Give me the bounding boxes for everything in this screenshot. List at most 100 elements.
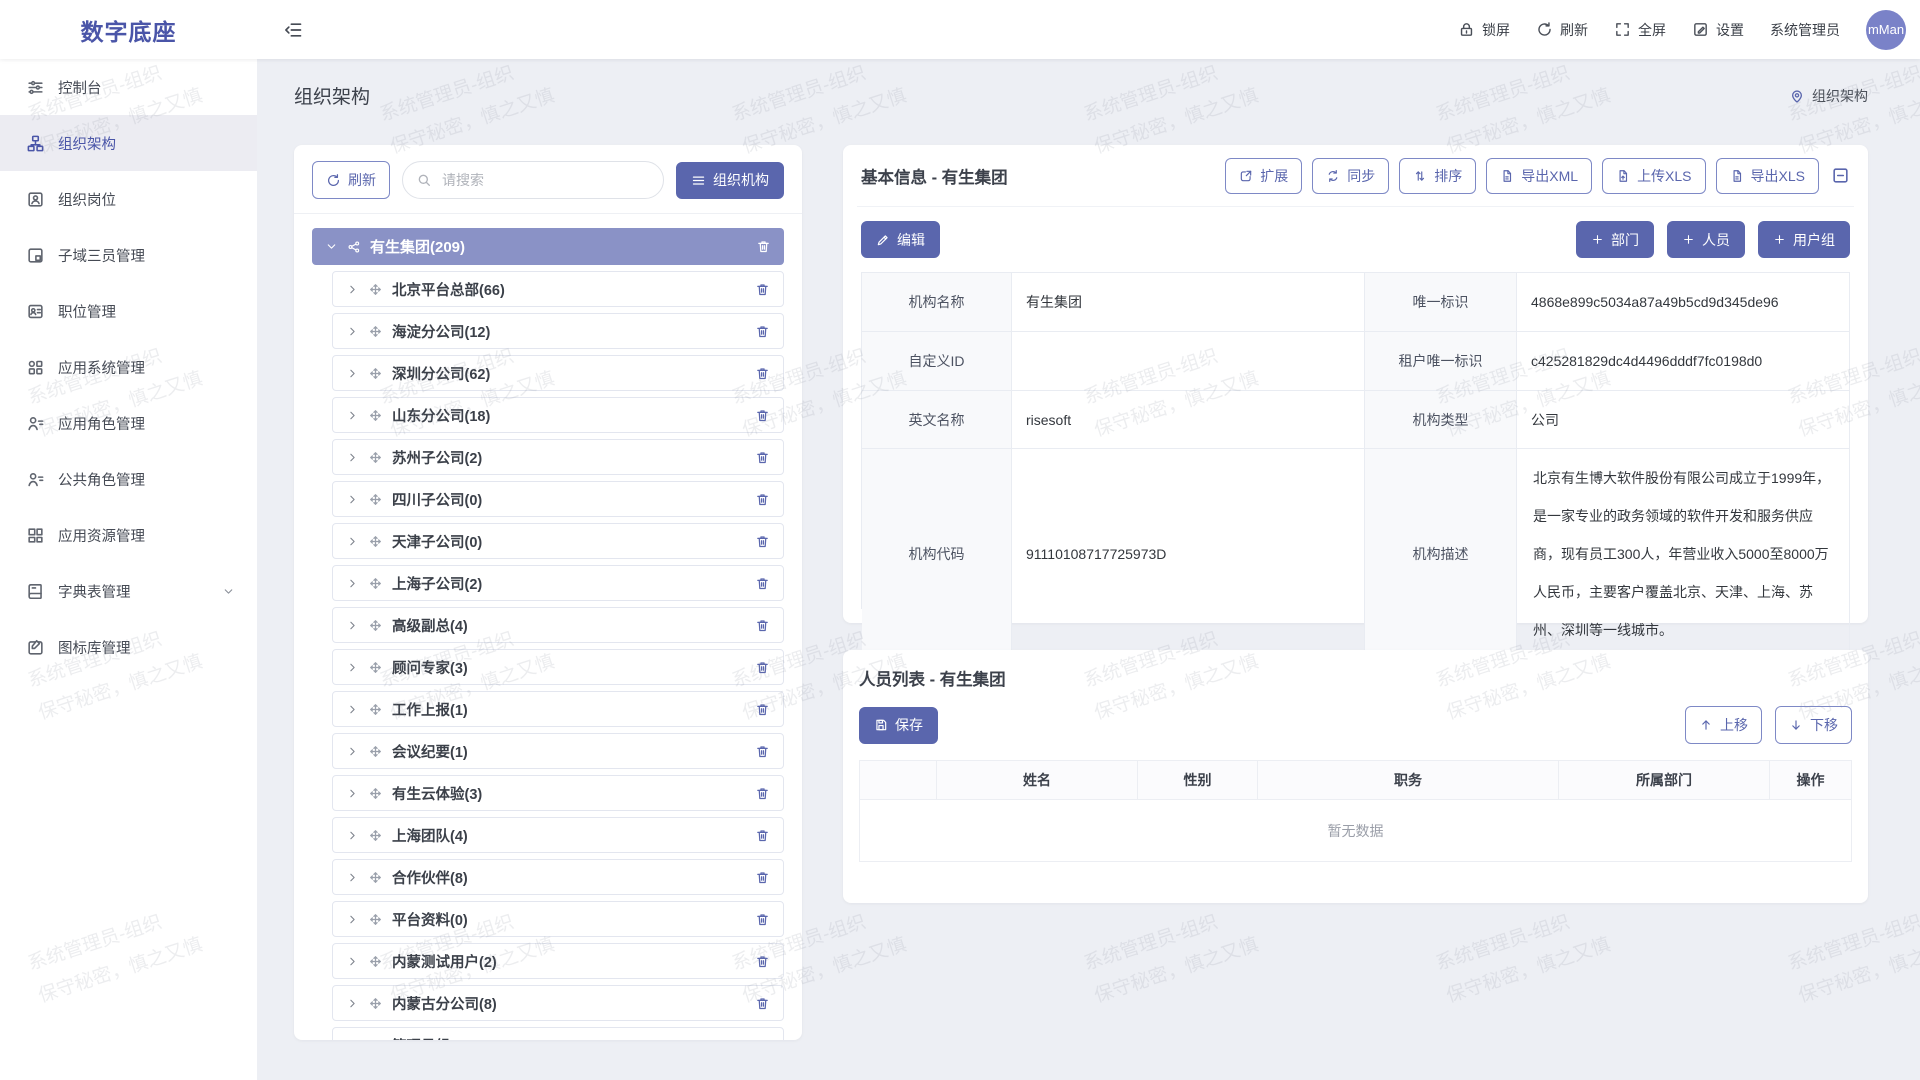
sidebar-item-应用系统管理[interactable]: 应用系统管理 <box>0 339 257 395</box>
toolbar-button-导出XML[interactable]: 导出XML <box>1486 158 1592 194</box>
navbar-action-全屏[interactable]: 全屏 <box>1614 21 1666 38</box>
chevron-right-icon[interactable] <box>346 829 359 842</box>
trash-icon[interactable] <box>755 744 770 759</box>
chevron-right-icon[interactable] <box>346 703 359 716</box>
chevron-right-icon[interactable] <box>346 283 359 296</box>
tree-search-input[interactable] <box>440 171 650 189</box>
trash-icon[interactable] <box>755 450 770 465</box>
tree-node[interactable]: 管理员组(9) <box>332 1027 784 1040</box>
tree-node[interactable]: 内蒙测试用户(2) <box>332 943 784 979</box>
drag-icon[interactable] <box>368 282 383 297</box>
drag-icon[interactable] <box>368 828 383 843</box>
chevron-right-icon[interactable] <box>346 409 359 422</box>
sidebar-item-应用角色管理[interactable]: 应用角色管理 <box>0 395 257 451</box>
chevron-right-icon[interactable] <box>346 1039 359 1041</box>
tree-node[interactable]: 顾问专家(3) <box>332 649 784 685</box>
sidebar-item-组织岗位[interactable]: 组织岗位 <box>0 171 257 227</box>
tree-refresh-button[interactable]: 刷新 <box>312 161 390 199</box>
trash-icon[interactable] <box>756 239 771 254</box>
trash-icon[interactable] <box>755 702 770 717</box>
chevron-right-icon[interactable] <box>346 997 359 1010</box>
trash-icon[interactable] <box>755 1038 770 1041</box>
tree-node[interactable]: 高级副总(4) <box>332 607 784 643</box>
toolbar-button-上传XLS[interactable]: 上传XLS <box>1602 158 1705 194</box>
admin-menu[interactable]: 系统管理员 <box>1770 20 1840 40</box>
chevron-right-icon[interactable] <box>346 787 359 800</box>
chevron-right-icon[interactable] <box>346 493 359 506</box>
toolbar-button-同步[interactable]: 同步 <box>1312 158 1389 194</box>
drag-icon[interactable] <box>368 954 383 969</box>
trash-icon[interactable] <box>755 282 770 297</box>
add-人员-button[interactable]: 人员 <box>1667 221 1745 258</box>
trash-icon[interactable] <box>755 996 770 1011</box>
tree-node[interactable]: 上海子公司(2) <box>332 565 784 601</box>
edit-button[interactable]: 编辑 <box>861 221 940 258</box>
chevron-right-icon[interactable] <box>346 577 359 590</box>
tree-node[interactable]: 内蒙古分公司(8) <box>332 985 784 1021</box>
sidebar-item-字典表管理[interactable]: 字典表管理 <box>0 563 257 619</box>
minus-square-icon[interactable] <box>1831 166 1850 185</box>
chevron-right-icon[interactable] <box>346 451 359 464</box>
drag-icon[interactable] <box>368 870 383 885</box>
sidebar-item-应用资源管理[interactable]: 应用资源管理 <box>0 507 257 563</box>
save-button[interactable]: 保存 <box>859 707 938 744</box>
chevron-right-icon[interactable] <box>346 619 359 632</box>
trash-icon[interactable] <box>755 534 770 549</box>
drag-icon[interactable] <box>368 912 383 927</box>
trash-icon[interactable] <box>755 828 770 843</box>
drag-icon[interactable] <box>368 408 383 423</box>
tree-node[interactable]: 合作伙伴(8) <box>332 859 784 895</box>
drag-icon[interactable] <box>368 618 383 633</box>
drag-icon[interactable] <box>368 492 383 507</box>
drag-icon[interactable] <box>368 702 383 717</box>
tree-node[interactable]: 会议纪要(1) <box>332 733 784 769</box>
trash-icon[interactable] <box>755 366 770 381</box>
chevron-right-icon[interactable] <box>346 955 359 968</box>
tree-node[interactable]: 平台资料(0) <box>332 901 784 937</box>
chevron-right-icon[interactable] <box>346 745 359 758</box>
sidebar-item-图标库管理[interactable]: 图标库管理 <box>0 619 257 675</box>
tree-node[interactable]: 有生云体验(3) <box>332 775 784 811</box>
menu-fold-icon[interactable] <box>283 20 303 40</box>
move-down-button[interactable]: 下移 <box>1775 706 1852 744</box>
drag-icon[interactable] <box>368 576 383 591</box>
tree-node[interactable]: 北京平台总部(66) <box>332 271 784 307</box>
tree-node[interactable]: 工作上报(1) <box>332 691 784 727</box>
trash-icon[interactable] <box>755 408 770 423</box>
chevron-right-icon[interactable] <box>346 913 359 926</box>
chevron-right-icon[interactable] <box>346 661 359 674</box>
navbar-action-锁屏[interactable]: 锁屏 <box>1458 21 1510 38</box>
trash-icon[interactable] <box>755 954 770 969</box>
tree-node[interactable]: 苏州子公司(2) <box>332 439 784 475</box>
drag-icon[interactable] <box>368 660 383 675</box>
drag-icon[interactable] <box>368 534 383 549</box>
trash-icon[interactable] <box>755 912 770 927</box>
drag-icon[interactable] <box>368 366 383 381</box>
chevron-right-icon[interactable] <box>346 367 359 380</box>
trash-icon[interactable] <box>755 618 770 633</box>
drag-icon[interactable] <box>368 324 383 339</box>
trash-icon[interactable] <box>755 324 770 339</box>
tree-node[interactable]: 深圳分公司(62) <box>332 355 784 391</box>
move-up-button[interactable]: 上移 <box>1685 706 1762 744</box>
toolbar-button-排序[interactable]: 排序 <box>1399 158 1476 194</box>
drag-icon[interactable] <box>368 450 383 465</box>
tree-search-box[interactable] <box>402 161 664 199</box>
chevron-right-icon[interactable] <box>346 871 359 884</box>
toolbar-button-扩展[interactable]: 扩展 <box>1225 158 1302 194</box>
tree-node[interactable]: 海淀分公司(12) <box>332 313 784 349</box>
chevron-right-icon[interactable] <box>346 325 359 338</box>
tree-node[interactable]: 山东分公司(18) <box>332 397 784 433</box>
trash-icon[interactable] <box>755 492 770 507</box>
trash-icon[interactable] <box>755 870 770 885</box>
trash-icon[interactable] <box>755 660 770 675</box>
drag-icon[interactable] <box>368 744 383 759</box>
sidebar-item-子域三员管理[interactable]: 子域三员管理 <box>0 227 257 283</box>
trash-icon[interactable] <box>755 576 770 591</box>
add-用户组-button[interactable]: 用户组 <box>1758 221 1850 258</box>
sidebar-item-控制台[interactable]: 控制台 <box>0 59 257 115</box>
tree-node[interactable]: 上海团队(4) <box>332 817 784 853</box>
toolbar-button-导出XLS[interactable]: 导出XLS <box>1716 158 1819 194</box>
sidebar-item-组织架构[interactable]: 组织架构 <box>0 115 257 171</box>
navbar-action-刷新[interactable]: 刷新 <box>1536 21 1588 38</box>
